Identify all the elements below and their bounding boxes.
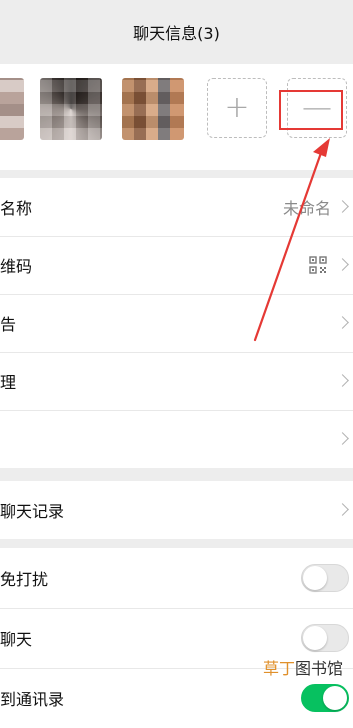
settings-group-search: 聊天记录 <box>0 481 353 539</box>
chevron-right-icon <box>336 503 349 516</box>
mute-label: 免打扰 <box>0 570 49 589</box>
save-contacts-toggle[interactable] <box>301 684 349 712</box>
mute-toggle[interactable] <box>301 564 349 592</box>
qr-code-icon <box>309 256 327 274</box>
manage-label: 理 <box>0 373 17 392</box>
mute-row: 免打扰 <box>0 548 353 608</box>
toggle-knob <box>303 566 327 590</box>
pin-toggle[interactable] <box>301 624 349 652</box>
toggle-knob <box>323 686 347 710</box>
highlight-box <box>279 90 343 130</box>
member-avatar[interactable] <box>122 78 184 140</box>
add-member-button[interactable]: + <box>207 78 267 138</box>
settings-group-toggles: 免打扰 聊天 到通讯录 <box>0 548 353 728</box>
group-name-value: 未命名 <box>282 199 331 218</box>
watermark: 草丁图书馆 <box>263 655 343 679</box>
group-name-label: 名称 <box>0 199 33 218</box>
plus-icon: + <box>224 90 250 125</box>
search-history-label: 聊天记录 <box>0 502 65 521</box>
page-title: 聊天信息(3) <box>133 24 220 43</box>
notice-row[interactable]: 告 <box>0 294 353 352</box>
settings-group-info: 名称 未命名 维码 告 理 <box>0 178 353 468</box>
qr-code-label: 维码 <box>0 257 33 276</box>
search-history-row[interactable]: 聊天记录 <box>0 481 353 539</box>
pin-label: 聊天 <box>0 630 33 649</box>
manage-row[interactable]: 理 <box>0 352 353 410</box>
member-avatar[interactable] <box>0 78 24 140</box>
member-avatar[interactable] <box>40 78 102 140</box>
chevron-right-icon <box>336 316 349 329</box>
chevron-right-icon <box>336 374 349 387</box>
notice-label: 告 <box>0 315 17 334</box>
chevron-right-icon <box>336 432 349 445</box>
chevron-right-icon <box>336 258 349 271</box>
title-bar: 聊天信息(3) <box>0 0 353 64</box>
qr-code-row[interactable]: 维码 <box>0 236 353 294</box>
watermark-part1: 草丁 <box>262 659 295 678</box>
toggle-knob <box>303 626 327 650</box>
chevron-right-icon <box>336 200 349 213</box>
save-contacts-label: 到通讯录 <box>0 690 65 709</box>
watermark-part2: 图书馆 <box>294 659 343 678</box>
remark-row[interactable] <box>0 410 353 468</box>
group-name-row[interactable]: 名称 未命名 <box>0 178 353 236</box>
